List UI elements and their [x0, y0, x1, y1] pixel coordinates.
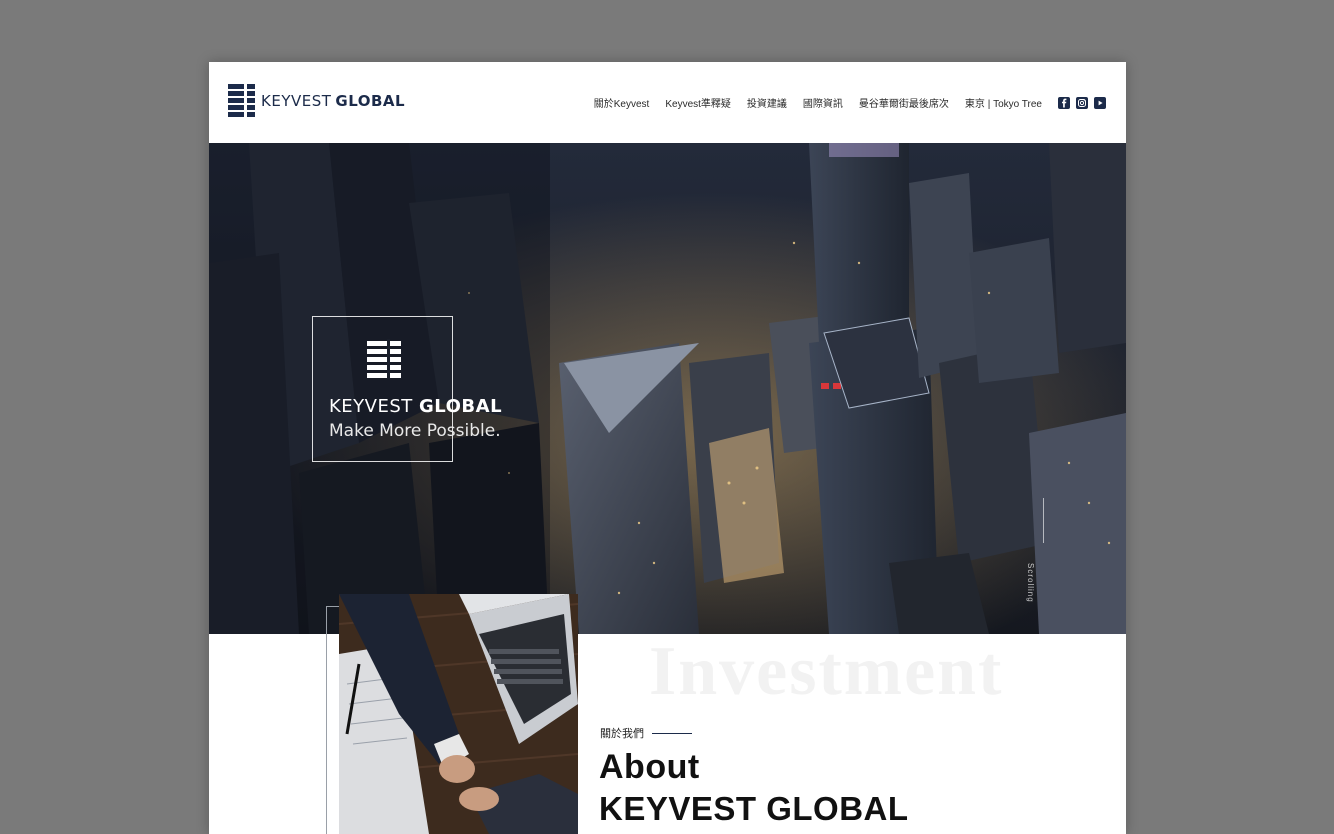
scroll-indicator-line — [1043, 498, 1044, 543]
youtube-icon[interactable] — [1094, 96, 1106, 109]
nav-item-about[interactable]: 關於Keyvest — [594, 95, 650, 110]
nav-item-faq[interactable]: Keyvest準釋疑 — [665, 95, 731, 110]
nav-item-tokyo[interactable]: 東京 | Tokyo Tree — [965, 95, 1042, 110]
main-nav: 關於Keyvest Keyvest準釋疑 投資建議 國際資訊 曼谷華爾街最後席次… — [594, 95, 1106, 110]
hero-logo-mark-icon — [367, 339, 401, 379]
nav-item-investment-advice[interactable]: 投資建議 — [747, 95, 787, 110]
site-header: KEYVEST GLOBAL 關於Keyvest Keyvest準釋疑 投資建議 … — [209, 62, 1126, 143]
facebook-icon[interactable] — [1058, 96, 1070, 109]
nav-item-international-news[interactable]: 國際資訊 — [803, 95, 843, 110]
about-watermark: Investment — [649, 633, 1004, 710]
hero-brand-bold: GLOBAL — [419, 396, 503, 417]
logo-text-bold: GLOBAL — [335, 92, 406, 110]
logo-text-light: KEYVEST — [261, 92, 332, 110]
hero-tagline: Make More Possible. — [329, 421, 501, 441]
logo-mark-icon — [228, 82, 255, 120]
logo-wordmark: KEYVEST GLOBAL — [261, 92, 405, 110]
about-section: Investment — [209, 633, 1126, 834]
scroll-indicator-label[interactable]: Scrolling — [1026, 563, 1035, 603]
hero-brand-name: KEYVEST GLOBAL — [329, 396, 502, 417]
hero-brand-light: KEYVEST — [329, 396, 413, 417]
instagram-icon[interactable] — [1076, 96, 1088, 109]
site-logo[interactable]: KEYVEST GLOBAL — [228, 82, 405, 120]
website-frame: KEYVEST GLOBAL 關於Keyvest Keyvest準釋疑 投資建議 … — [209, 62, 1126, 834]
hero-banner: KEYVEST GLOBAL Make More Possible. Scrol… — [209, 143, 1126, 634]
social-links — [1058, 96, 1106, 109]
nav-item-bangkok[interactable]: 曼谷華爾街最後席次 — [859, 95, 949, 110]
